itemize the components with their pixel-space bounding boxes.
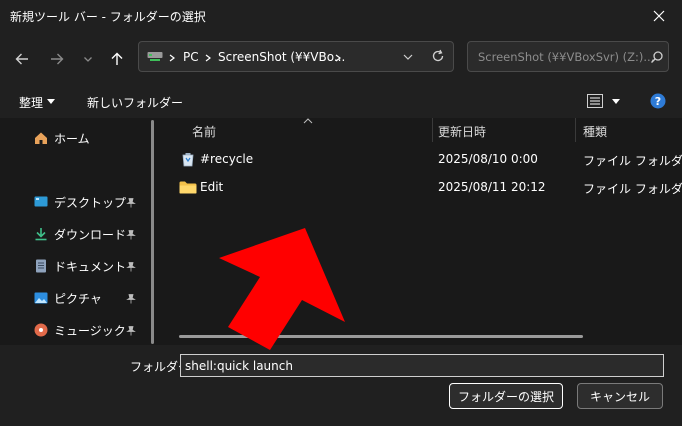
forward-button[interactable] bbox=[44, 46, 70, 72]
cancel-button[interactable]: キャンセル bbox=[577, 383, 663, 409]
sidebar-scrollbar[interactable] bbox=[151, 120, 154, 344]
title-bar: 新規ツール バー - フォルダーの選択 bbox=[0, 0, 682, 32]
close-icon bbox=[653, 10, 665, 22]
download-icon bbox=[35, 228, 47, 241]
column-divider[interactable] bbox=[432, 118, 433, 142]
search-box[interactable]: ScreenShot (¥¥VBoxSvr) (Z:)... bbox=[467, 41, 669, 72]
arrow-left-icon bbox=[15, 53, 28, 65]
search-placeholder: ScreenShot (¥¥VBoxSvr) (Z:)... bbox=[478, 50, 655, 64]
file-modified: 2025/08/10 0:00 bbox=[438, 152, 538, 166]
arrow-right-icon bbox=[51, 53, 64, 65]
file-row[interactable]: #recycle 2025/08/10 0:00 ファイル フォルダー bbox=[165, 148, 682, 172]
address-bar[interactable]: PC ScreenShot (¥¥VBo... bbox=[138, 41, 454, 72]
sidebar-item-pictures[interactable]: ピクチャ bbox=[34, 287, 102, 309]
window-title: 新規ツール バー - フォルダーの選択 bbox=[10, 10, 206, 24]
network-drive-icon bbox=[147, 52, 163, 61]
sidebar-item-label: ミュージック bbox=[54, 323, 126, 338]
organize-dropdown-icon[interactable] bbox=[47, 99, 55, 104]
sidebar-item-label: ホーム bbox=[54, 131, 90, 146]
back-button[interactable] bbox=[9, 46, 35, 72]
folder-input[interactable] bbox=[180, 354, 664, 377]
column-divider[interactable] bbox=[575, 118, 576, 142]
breadcrumb-screenshot[interactable]: ScreenShot (¥¥VBo... bbox=[218, 50, 345, 64]
file-name: Edit bbox=[200, 180, 224, 194]
pin-icon[interactable] bbox=[126, 326, 136, 336]
sidebar-item-desktop[interactable]: デスクトップ bbox=[34, 191, 126, 213]
breadcrumb-pc[interactable]: PC bbox=[183, 50, 199, 64]
chevron-right-icon bbox=[205, 54, 211, 62]
view-list-icon[interactable] bbox=[587, 94, 603, 108]
organize-menu[interactable]: 整理 bbox=[19, 94, 43, 111]
pictures-icon bbox=[34, 292, 48, 304]
pin-icon[interactable] bbox=[126, 198, 136, 208]
chevron-down-icon bbox=[84, 57, 92, 62]
sort-ascending-icon bbox=[303, 118, 313, 124]
sidebar-item-label: ピクチャ bbox=[54, 291, 102, 306]
chevron-right-icon bbox=[169, 54, 175, 62]
file-list: 名前 更新日時 種類 #recycle 2025/08/10 0:00 ファイル… bbox=[165, 118, 682, 345]
home-icon bbox=[35, 132, 47, 144]
arrow-up-icon bbox=[111, 52, 123, 65]
document-icon bbox=[36, 259, 46, 273]
sidebar-item-label: ダウンロード bbox=[54, 227, 127, 242]
sidebar-item-documents[interactable]: ドキュメント bbox=[34, 255, 126, 277]
close-button[interactable] bbox=[636, 0, 682, 32]
sidebar-item-music[interactable]: ミュージック bbox=[34, 319, 126, 341]
recent-locations-button[interactable] bbox=[75, 46, 101, 72]
chevron-right-icon bbox=[335, 54, 341, 62]
desktop-icon bbox=[34, 196, 48, 207]
sidebar-item-downloads[interactable]: ダウンロード bbox=[34, 223, 126, 245]
command-bar: 整理 新しいフォルダー ? bbox=[0, 84, 682, 118]
new-folder-button[interactable]: 新しいフォルダー bbox=[87, 94, 183, 111]
refresh-icon[interactable] bbox=[431, 49, 445, 63]
horizontal-scrollbar[interactable] bbox=[179, 335, 583, 338]
column-header-modified[interactable]: 更新日時 bbox=[438, 123, 486, 140]
file-row[interactable]: Edit 2025/08/11 20:12 ファイル フォルダー bbox=[165, 176, 682, 200]
pin-icon[interactable] bbox=[126, 230, 136, 240]
pin-icon[interactable] bbox=[126, 294, 136, 304]
recycle-bin-icon bbox=[182, 153, 194, 167]
up-button[interactable] bbox=[104, 46, 130, 72]
svg-text:?: ? bbox=[655, 95, 661, 108]
sidebar-item-home[interactable]: ホーム bbox=[34, 127, 90, 149]
select-folder-button[interactable]: フォルダーの選択 bbox=[449, 383, 563, 409]
search-icon[interactable] bbox=[650, 50, 664, 64]
navigation-pane: ホーム デスクトップ ダウンロード ドキュメント ピクチャ ミュージック bbox=[0, 118, 160, 345]
view-dropdown-icon[interactable] bbox=[612, 99, 620, 104]
sidebar-item-label: ドキュメント bbox=[54, 259, 127, 274]
help-icon[interactable]: ? bbox=[650, 93, 666, 109]
file-name: #recycle bbox=[200, 152, 254, 166]
sidebar-item-label: デスクトップ bbox=[54, 195, 127, 210]
address-dropdown-icon[interactable] bbox=[403, 53, 413, 61]
music-icon bbox=[34, 323, 48, 337]
column-header-type[interactable]: 種類 bbox=[583, 123, 607, 140]
file-modified: 2025/08/11 20:12 bbox=[438, 180, 546, 194]
file-type: ファイル フォルダー bbox=[583, 182, 682, 196]
column-header-name[interactable]: 名前 bbox=[192, 123, 216, 140]
folder-icon bbox=[179, 181, 197, 194]
navigation-bar: PC ScreenShot (¥¥VBo... ScreenShot (¥¥VB… bbox=[0, 32, 682, 84]
file-type: ファイル フォルダー bbox=[583, 154, 682, 168]
dialog-footer: フォルダー: フォルダーの選択 キャンセル bbox=[0, 345, 682, 426]
pin-icon[interactable] bbox=[126, 262, 136, 272]
